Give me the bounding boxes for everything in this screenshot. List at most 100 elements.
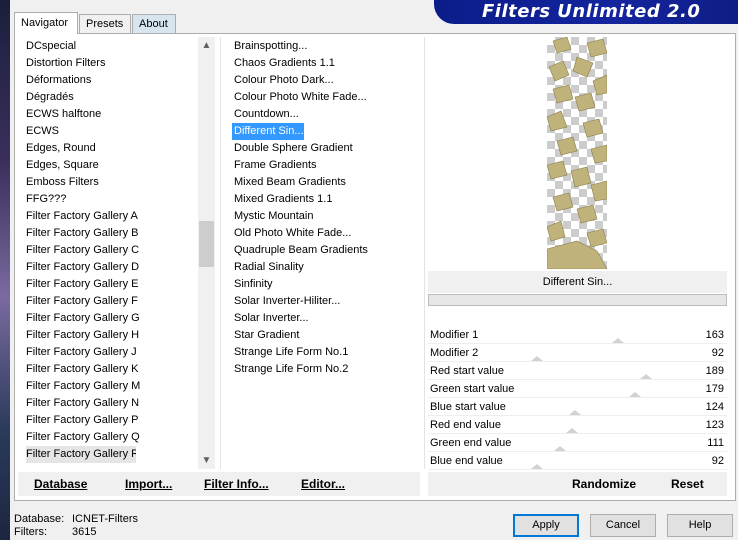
- filter-list-item[interactable]: Sinfinity: [232, 276, 418, 293]
- filter-list-item[interactable]: Strange Life Form No.1: [232, 344, 418, 361]
- category-list-item[interactable]: Emboss Filters: [26, 174, 206, 191]
- apply-button[interactable]: Apply: [513, 514, 579, 537]
- parameter-name: Blue end value: [430, 455, 503, 467]
- tab-navigator[interactable]: Navigator: [14, 12, 78, 34]
- category-list-item[interactable]: Filter Factory Gallery Q: [26, 429, 206, 446]
- category-list-item[interactable]: ECWS halftone: [26, 106, 206, 123]
- parameter-slider-row[interactable]: Modifier 1 163: [428, 326, 727, 344]
- parameter-name: Green end value: [430, 437, 512, 449]
- filter-list-item[interactable]: Old Photo White Fade...: [232, 225, 418, 242]
- filters-count-value: 3615: [72, 526, 97, 538]
- category-list-item[interactable]: Filter Factory Gallery B: [26, 225, 206, 242]
- filter-list-item[interactable]: Mixed Beam Gradients: [232, 174, 418, 191]
- status-info: Database: ICNET-Filters Filters: 3615: [14, 513, 138, 539]
- filter-list-item[interactable]: Mixed Gradients 1.1: [232, 191, 418, 208]
- filter-list-item[interactable]: Star Gradient: [232, 327, 418, 344]
- category-list-item[interactable]: Filter Factory Gallery G: [26, 310, 206, 327]
- parameter-slider-row[interactable]: Green end value 111: [428, 434, 727, 452]
- category-list-item[interactable]: Filter Factory Gallery R: [26, 446, 136, 463]
- filter-list-item[interactable]: Colour Photo Dark...: [232, 72, 418, 89]
- category-list-item[interactable]: Edges, Round: [26, 140, 206, 157]
- slider-thumb-icon[interactable]: [640, 374, 652, 379]
- help-button[interactable]: Help: [667, 514, 733, 537]
- category-list-item[interactable]: ECWS: [26, 123, 206, 140]
- filter-list-item[interactable]: Mystic Mountain: [232, 208, 418, 225]
- parameter-slider-row[interactable]: Red end value 123: [428, 416, 727, 434]
- category-list-item[interactable]: Filter Factory Gallery P: [26, 412, 206, 429]
- category-list-item[interactable]: Filter Factory Gallery N: [26, 395, 206, 412]
- parameter-slider-row[interactable]: Modifier 2 92: [428, 344, 727, 362]
- tab-presets[interactable]: Presets: [79, 14, 131, 33]
- filter-list-item[interactable]: Radial Sinality: [232, 259, 418, 276]
- reset-button[interactable]: Reset: [671, 472, 704, 496]
- parameter-name: Modifier 1: [430, 329, 479, 341]
- slider-thumb-icon[interactable]: [629, 392, 641, 397]
- filter-info-button[interactable]: Filter Info...: [204, 472, 269, 496]
- parameter-slider-row[interactable]: Green start value 179: [428, 380, 727, 398]
- filter-list-item[interactable]: Different Sin...: [232, 123, 304, 140]
- category-list-item[interactable]: Filter Factory Gallery M: [26, 378, 206, 395]
- parameter-value: 92: [711, 455, 724, 467]
- app-title-banner: Filters Unlimited 2.0: [434, 0, 738, 24]
- filter-list-item[interactable]: Countdown...: [232, 106, 418, 123]
- filter-list-item[interactable]: Solar Inverter...: [232, 310, 418, 327]
- filter-list-item[interactable]: Solar Inverter-Hiliter...: [232, 293, 418, 310]
- editor-button[interactable]: Editor...: [301, 472, 345, 496]
- filter-list: Brainspotting... Chaos Gradients 1.1 Colou…: [232, 38, 418, 378]
- parameter-value: 179: [705, 383, 724, 395]
- parameter-value: 92: [711, 347, 724, 359]
- filter-list-item[interactable]: Double Sphere Gradient: [232, 140, 418, 157]
- category-list-item[interactable]: Edges, Square: [26, 157, 206, 174]
- preview-divider: [424, 37, 425, 469]
- slider-thumb-icon[interactable]: [554, 446, 566, 451]
- category-list-item[interactable]: DCspecial: [26, 38, 206, 55]
- category-list-item[interactable]: Filter Factory Gallery K: [26, 361, 206, 378]
- category-list-item[interactable]: Filter Factory Gallery F: [26, 293, 206, 310]
- parameter-value: 189: [705, 365, 724, 377]
- category-list-item[interactable]: Dégradés: [26, 89, 206, 106]
- scroll-down-arrow-icon[interactable]: ▼: [198, 452, 215, 469]
- parameter-value: 123: [705, 419, 724, 431]
- parameter-name: Red start value: [430, 365, 504, 377]
- slider-thumb-icon[interactable]: [566, 428, 578, 433]
- category-list-item[interactable]: FFG???: [26, 191, 206, 208]
- tab-about[interactable]: About: [132, 14, 176, 33]
- filter-list-item[interactable]: Strange Life Form No.2: [232, 361, 418, 378]
- category-list-item[interactable]: Filter Factory Gallery D: [26, 259, 206, 276]
- scrollbar-thumb[interactable]: [199, 221, 214, 267]
- category-list-item[interactable]: Distortion Filters: [26, 55, 206, 72]
- import-button[interactable]: Import...: [125, 472, 172, 496]
- preview-caption: Different Sin...: [428, 271, 727, 293]
- parameter-slider-row[interactable]: Blue end value 92: [428, 452, 727, 470]
- category-list-item[interactable]: Filter Factory Gallery A: [26, 208, 206, 225]
- filter-list-item[interactable]: Chaos Gradients 1.1: [232, 55, 418, 72]
- cancel-button[interactable]: Cancel: [590, 514, 656, 537]
- slider-thumb-icon[interactable]: [569, 410, 581, 415]
- filter-list-item[interactable]: Frame Gradients: [232, 157, 418, 174]
- filter-list-item[interactable]: Quadruple Beam Gradients: [232, 242, 418, 259]
- parameter-value: 111: [707, 437, 724, 449]
- slider-thumb-icon[interactable]: [531, 464, 543, 469]
- database-button[interactable]: Database: [34, 472, 87, 496]
- scroll-up-arrow-icon[interactable]: ▲: [198, 37, 215, 54]
- parameter-slider-row[interactable]: Red start value 189: [428, 362, 727, 380]
- slider-thumb-icon[interactable]: [612, 338, 624, 343]
- progress-bar: [428, 294, 727, 306]
- category-list-item[interactable]: Déformations: [26, 72, 206, 89]
- filter-list-item[interactable]: Colour Photo White Fade...: [232, 89, 418, 106]
- category-scrollbar[interactable]: ▲ ▼: [198, 37, 215, 469]
- parameter-name: Red end value: [430, 419, 501, 431]
- category-list-item[interactable]: Filter Factory Gallery J: [26, 344, 206, 361]
- randomize-button[interactable]: Randomize: [572, 472, 636, 496]
- category-list-item[interactable]: Filter Factory Gallery E: [26, 276, 206, 293]
- filter-preview-image: [547, 37, 607, 269]
- slider-thumb-icon[interactable]: [531, 356, 543, 361]
- filter-list-item[interactable]: Brainspotting...: [232, 38, 418, 55]
- parameter-button-bar: Randomize Reset: [428, 472, 727, 496]
- parameter-name: Modifier 2: [430, 347, 479, 359]
- parameter-slider-row[interactable]: Blue start value 124: [428, 398, 727, 416]
- category-list-item[interactable]: Filter Factory Gallery H: [26, 327, 206, 344]
- category-list-item[interactable]: Filter Factory Gallery C: [26, 242, 206, 259]
- preview-pattern: [547, 37, 607, 269]
- parameter-name: Blue start value: [430, 401, 506, 413]
